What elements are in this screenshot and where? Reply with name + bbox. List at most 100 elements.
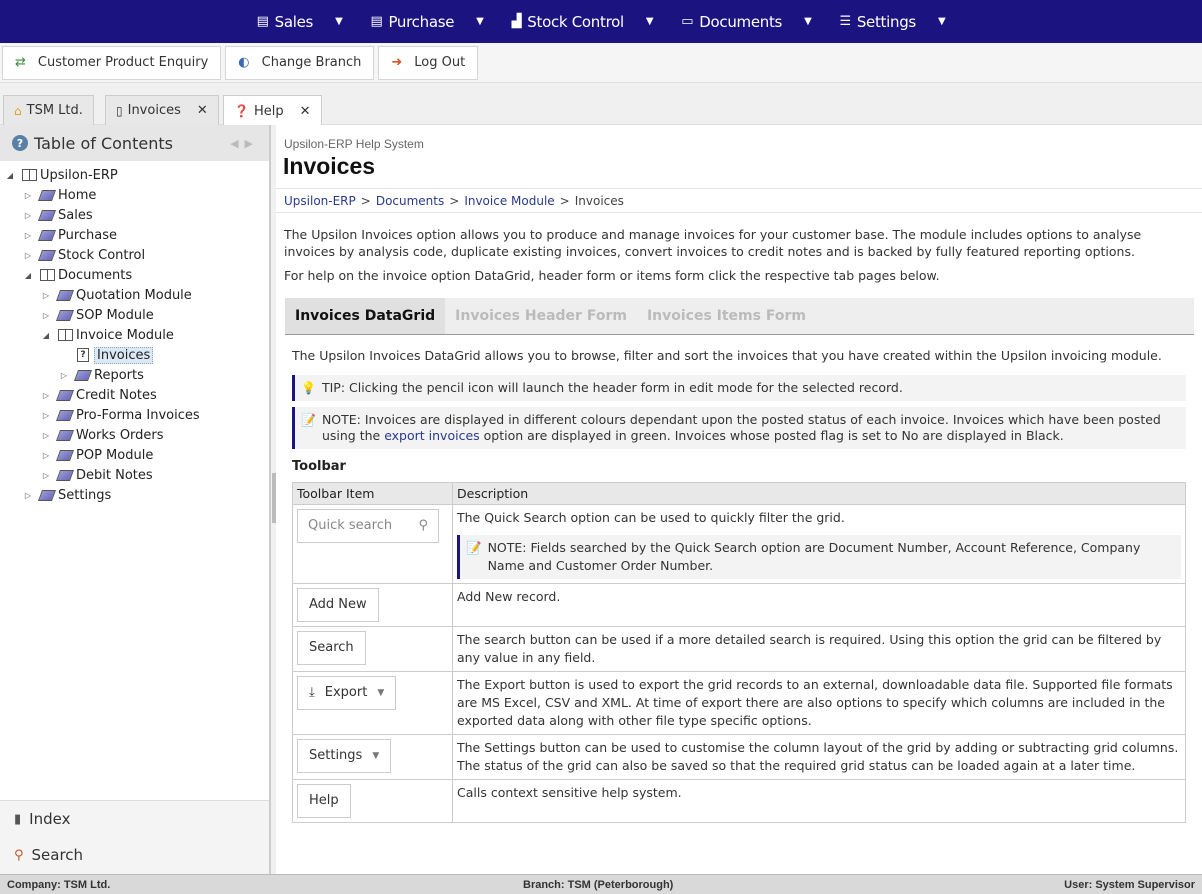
book-icon [55, 408, 75, 422]
book-icon [55, 308, 75, 322]
search-icon: ⚲ [14, 847, 24, 863]
tree-item-pop-module[interactable]: ▷ POP Module [40, 445, 153, 465]
document-icon: ▯ [116, 103, 123, 118]
collapsed-icon[interactable]: ▷ [40, 391, 52, 400]
search-button[interactable]: ⚲ Search [0, 837, 269, 873]
tree-item-credit-notes[interactable]: ▷ Credit Notes [40, 385, 157, 405]
settings-icon: ☰ [839, 14, 851, 29]
intro-text: The Upsilon Invoices option allows you t… [284, 226, 1184, 291]
table-cell: ⤓ Export ▼ [292, 671, 453, 735]
change-branch-button[interactable]: ◐ Change Branch [225, 45, 375, 80]
add-new-button[interactable]: Add New [297, 588, 379, 622]
collapsed-icon[interactable]: ▷ [40, 311, 52, 320]
tree-item-settings[interactable]: ▷ Settings [22, 485, 111, 505]
quick-search-input[interactable]: Quick search ⚲ [297, 509, 439, 543]
collapse-arrows-icon[interactable]: ◀▶ [230, 137, 259, 150]
help-system-label: Upsilon-ERP Help System [284, 137, 424, 151]
chevron-down-icon: ▼ [335, 16, 343, 27]
index-button[interactable]: ▮ Index [0, 801, 269, 837]
note-text-part2: option are displayed in green. Invoices … [479, 428, 1064, 443]
table-cell: The search button can be used if a more … [452, 626, 1186, 672]
collapsed-icon[interactable]: ▷ [22, 211, 34, 220]
tree-item-stock-control[interactable]: ▷ Stock Control [22, 245, 145, 265]
tab-invoices[interactable]: ▯ Invoices ✕ [105, 95, 219, 125]
tree-item-works-orders[interactable]: ▷ Works Orders [40, 425, 164, 445]
book-icon [37, 488, 57, 502]
menu-purchase[interactable]: ▤ Purchase ▼ [356, 0, 497, 43]
menu-documents[interactable]: ▭ Documents ▼ [667, 0, 825, 43]
folder-icon: ▭ [681, 14, 694, 29]
book-icon [55, 448, 75, 462]
tab-tsm-label: TSM Ltd. [26, 103, 83, 118]
collapsed-icon[interactable]: ▷ [40, 471, 52, 480]
tree-item-sop-module[interactable]: ▷ SOP Module [40, 305, 154, 325]
tree-item-reports[interactable]: ▷ Reports [58, 365, 144, 385]
tree-item-documents[interactable]: ◢ Documents [22, 265, 132, 285]
lightbulb-icon: 💡 [301, 381, 316, 395]
book-icon [55, 388, 75, 402]
note-callout: 📝 NOTE: Invoices are displayed in differ… [292, 407, 1186, 449]
table-cell: Calls context sensitive help system. [452, 779, 1186, 823]
expanded-icon[interactable]: ◢ [4, 171, 16, 180]
help-button[interactable]: Help [297, 784, 351, 818]
collapsed-icon[interactable]: ▷ [40, 431, 52, 440]
table-row: Help Calls context sensitive help system… [292, 779, 1186, 823]
menu-sales[interactable]: ▤ Sales ▼ [243, 0, 357, 43]
tree-item-sales[interactable]: ▷ Sales [22, 205, 93, 225]
tab-invoices-items-form[interactable]: Invoices Items Form [637, 298, 816, 334]
collapsed-icon[interactable]: ▷ [22, 251, 34, 260]
tab-tsm-ltd[interactable]: ⌂ TSM Ltd. [3, 95, 94, 125]
table-row: Search The search button can be used if … [292, 626, 1186, 672]
tab-invoices-datagrid[interactable]: Invoices DataGrid [285, 298, 446, 334]
collapsed-icon[interactable]: ▷ [58, 371, 70, 380]
tree-item-quotation-module[interactable]: ▷ Quotation Module [40, 285, 192, 305]
table-row: Settings ▼ The Settings button can be us… [292, 734, 1186, 780]
expanded-icon[interactable]: ◢ [22, 271, 34, 280]
tip-text: TIP: Clicking the pencil icon will launc… [321, 380, 903, 395]
stock-icon: ▟ [511, 14, 522, 29]
breadcrumb-link-documents[interactable]: Documents [376, 194, 444, 208]
add-new-label: Add New [309, 597, 367, 612]
tab-invoices-header-form[interactable]: Invoices Header Form [445, 298, 637, 334]
collapsed-icon[interactable]: ▷ [22, 231, 34, 240]
tree-item-purchase[interactable]: ▷ Purchase [22, 225, 117, 245]
tree-item-debit-notes[interactable]: ▷ Debit Notes [40, 465, 153, 485]
tab-help[interactable]: ❓ Help ✕ [223, 95, 322, 126]
export-button[interactable]: ⤓ Export ▼ [297, 676, 397, 710]
collapsed-icon[interactable]: ▷ [40, 411, 52, 420]
content-tabs: Invoices DataGrid Invoices Header Form I… [285, 298, 1194, 335]
expanded-icon[interactable]: ◢ [40, 331, 52, 340]
menu-settings[interactable]: ☰ Settings ▼ [825, 0, 959, 43]
close-icon[interactable]: ✕ [300, 104, 311, 119]
book-icon [37, 248, 57, 262]
export-invoices-link[interactable]: export invoices [384, 428, 479, 443]
close-icon[interactable]: ✕ [197, 103, 208, 118]
collapsed-icon[interactable]: ▷ [22, 191, 34, 200]
quick-search-note-text: NOTE: Fields searched by the Quick Searc… [487, 540, 1141, 573]
tree-item-invoices[interactable]: ? Invoices [58, 345, 154, 365]
tree-item-home[interactable]: ▷ Home [22, 185, 96, 205]
tree-item-label: Settings [58, 487, 112, 503]
customer-product-enquiry-button[interactable]: ⇄ Customer Product Enquiry [2, 45, 222, 80]
breadcrumb-link-invoice-module[interactable]: Invoice Module [464, 194, 554, 208]
menu-stock-control[interactable]: ▟ Stock Control ▼ [498, 0, 668, 43]
sign-out-icon: ➜ [391, 55, 403, 70]
breadcrumb-separator: > [559, 193, 570, 208]
tree-item-upsilon-erp[interactable]: ◢ Upsilon-ERP [4, 165, 118, 185]
table-row: Add New Add New record. [292, 583, 1186, 627]
collapsed-icon[interactable]: ▷ [22, 491, 34, 500]
collapsed-icon[interactable]: ▷ [40, 451, 52, 460]
toc-title: Table of Contents [34, 133, 173, 153]
breadcrumb-link-upsilon-erp[interactable]: Upsilon-ERP [284, 194, 356, 208]
export-label: Export [324, 685, 368, 700]
tree-item-invoice-module[interactable]: ◢ Invoice Module [40, 325, 174, 345]
log-out-button[interactable]: ➜ Log Out [378, 45, 479, 80]
tree-item-pro-forma-invoices[interactable]: ▷ Pro-Forma Invoices [40, 405, 200, 425]
settings-button[interactable]: Settings ▼ [297, 739, 392, 773]
table-cell: The Settings button can be used to custo… [452, 734, 1186, 780]
search-button-sample[interactable]: Search [297, 631, 366, 665]
chevron-down-icon: ▼ [476, 16, 484, 27]
tree-item-label: Works Orders [76, 427, 164, 443]
tree-item-label: POP Module [76, 447, 154, 463]
collapsed-icon[interactable]: ▷ [40, 291, 52, 300]
